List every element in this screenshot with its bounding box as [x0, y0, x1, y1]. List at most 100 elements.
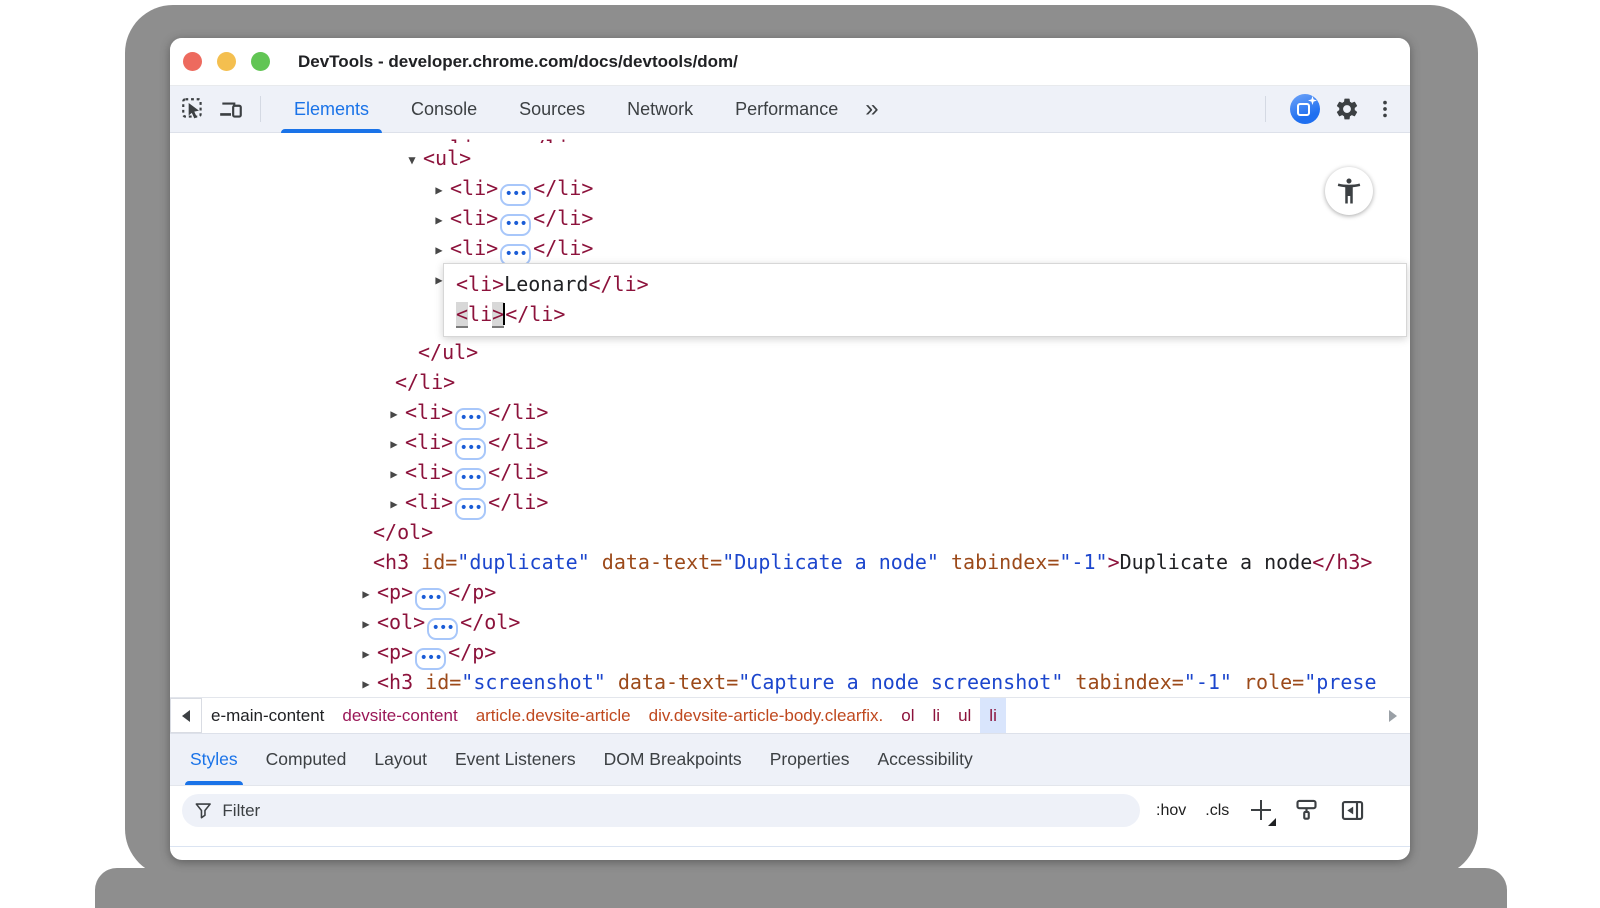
dom-row[interactable]: ▶<li>•••</li> — [170, 457, 1410, 487]
breadcrumb-item[interactable]: ol — [892, 698, 923, 733]
chevron-down-icon[interactable]: ▼ — [401, 145, 423, 175]
breadcrumb-item[interactable]: li — [980, 698, 1006, 733]
tab-console[interactable]: Console — [390, 86, 498, 132]
dom-row[interactable]: ▶<li>•••</li> — [170, 133, 1410, 143]
sidebar-tab-layout[interactable]: Layout — [360, 734, 441, 785]
tab-network[interactable]: Network — [606, 86, 714, 132]
chevron-right-icon[interactable]: ▶ — [383, 399, 405, 429]
laptop-base — [95, 868, 1507, 908]
dom-row[interactable]: </ul> — [170, 337, 1410, 367]
new-style-rule-plus-icon[interactable] — [1248, 798, 1274, 824]
class-toggle-button[interactable]: .cls — [1205, 802, 1229, 820]
sidebar-tab-accessibility[interactable]: Accessibility — [863, 734, 986, 785]
dom-row[interactable]: ▶<li>•••</li> — [170, 397, 1410, 427]
chevron-right-icon[interactable]: ▶ — [355, 639, 377, 669]
code-token-tag: </ul> — [418, 340, 478, 364]
breadcrumb-item[interactable]: e-main-content — [202, 698, 333, 733]
code-token-tag: <ol> — [377, 610, 425, 634]
breadcrumb-item[interactable]: article.devsite-article — [467, 698, 640, 733]
expand-ellipsis-badge[interactable]: ••• — [455, 498, 486, 520]
code-token-tag: <li> — [450, 176, 498, 200]
code-token-tag: li — [468, 302, 492, 326]
chevron-left-icon — [182, 710, 190, 722]
code-token-attr: id= — [425, 670, 461, 694]
filter-bar-controls: :hov .cls — [1156, 797, 1366, 824]
device-toolbar-icon[interactable] — [216, 94, 246, 124]
dom-row[interactable]: ▼<ul> — [170, 143, 1410, 173]
sidebar-tab-styles[interactable]: Styles — [176, 734, 252, 785]
dom-row[interactable]: ▶<p>•••</p> — [170, 577, 1410, 607]
elements-dom-tree: ▶<li>•••</li>▼<ul>▶<li>•••</li>▶<li>•••<… — [170, 133, 1410, 697]
filter-input-wrapper[interactable] — [182, 794, 1140, 827]
chevron-right-icon[interactable]: ▶ — [383, 459, 405, 489]
dom-row-content: </li> — [395, 370, 455, 394]
code-token-tag: <li> — [456, 272, 504, 296]
dom-row[interactable]: ▶<p>•••</p> — [170, 637, 1410, 667]
accessibility-person-icon[interactable] — [1325, 167, 1373, 215]
edit-box-line: <li>Leonard</li> — [456, 269, 1394, 299]
dom-row-content: ▶<p>•••</p> — [355, 580, 496, 604]
edit-box-line: <li></li> — [456, 299, 1394, 329]
tab-sources[interactable]: Sources — [498, 86, 606, 132]
dom-row-content: ▶<li>•••</li> — [383, 400, 548, 424]
chevron-right-icon[interactable]: ▶ — [355, 669, 377, 697]
code-token-tag: </li> — [533, 176, 593, 200]
minimize-window-button[interactable] — [217, 52, 236, 71]
pseudo-state-button[interactable]: :hov — [1156, 802, 1186, 820]
dom-row-content: ▶<li>•••</li> — [383, 460, 548, 484]
ai-assistant-icon[interactable] — [1290, 94, 1320, 124]
sidebar-tab-properties[interactable]: Properties — [756, 734, 864, 785]
dom-row[interactable]: </ol> — [170, 517, 1410, 547]
dom-row[interactable]: <h3 id="duplicate" data-text="Duplicate … — [170, 547, 1410, 577]
breadcrumb-scroll-left-button[interactable] — [170, 698, 202, 733]
close-window-button[interactable] — [183, 52, 202, 71]
dom-row[interactable]: ▶<h3 id="screenshot" data-text="Capture … — [170, 667, 1410, 697]
code-token-tag: </h3> — [1312, 550, 1372, 574]
code-token-tag: > — [1108, 550, 1120, 574]
dom-row[interactable]: ▶<li>•••</li> — [170, 203, 1410, 233]
inspect-icon[interactable] — [178, 94, 208, 124]
chevron-right-icon[interactable]: ▶ — [355, 609, 377, 639]
toggle-sidebar-icon[interactable] — [1339, 797, 1366, 824]
tab-performance[interactable]: Performance — [714, 86, 859, 132]
dom-row-content: ▶<li>•••</li> — [428, 236, 593, 260]
code-token-val: "-1" — [1059, 550, 1107, 574]
tab-elements[interactable]: Elements — [273, 86, 390, 132]
rendering-paintbrush-icon[interactable] — [1293, 797, 1320, 824]
chevron-right-icon[interactable]: ▶ — [416, 135, 438, 143]
chevron-right-icon[interactable]: ▶ — [428, 175, 450, 205]
filter-funnel-icon — [194, 801, 212, 820]
code-token-tag: </li> — [588, 272, 648, 296]
kebab-menu-icon[interactable] — [1370, 94, 1400, 124]
dom-row[interactable]: ▶<li>•••</li> — [170, 233, 1410, 263]
breadcrumb-item[interactable]: ul — [949, 698, 980, 733]
settings-gear-icon[interactable] — [1332, 94, 1362, 124]
breadcrumb-item[interactable]: devsite-content — [333, 698, 466, 733]
dom-edit-textbox[interactable]: <li>Leonard</li><li></li> — [443, 263, 1407, 337]
dom-row[interactable]: ▶<li>•••</li> — [170, 173, 1410, 203]
more-tabs-button[interactable]: » — [859, 97, 884, 121]
breadcrumb-item[interactable]: li — [924, 698, 950, 733]
breadcrumb-scroll-right-button[interactable] — [1376, 698, 1410, 733]
dom-row[interactable]: ▶<ol>•••</ol> — [170, 607, 1410, 637]
zoom-window-button[interactable] — [251, 52, 270, 71]
dom-row-content: ▶<ol>•••</ol> — [355, 610, 520, 634]
chevron-right-icon[interactable]: ▶ — [428, 235, 450, 265]
dom-row[interactable]: </li> — [170, 367, 1410, 397]
code-token-tag: <li> — [438, 136, 486, 143]
chevron-right-icon — [1389, 710, 1397, 722]
chevron-right-icon[interactable]: ▶ — [355, 579, 377, 609]
dom-row[interactable]: ▶<li>•••</li> — [170, 427, 1410, 457]
dom-row-content: ▶<li>•••</li> — [416, 136, 581, 143]
chevron-right-icon[interactable]: ▶ — [383, 429, 405, 459]
chevron-right-icon[interactable]: ▶ — [428, 205, 450, 235]
sidebar-tab-computed[interactable]: Computed — [252, 734, 361, 785]
breadcrumb-item[interactable]: div.devsite-article-body.clearfix. — [640, 698, 893, 733]
code-token-val: "screenshot" — [461, 670, 606, 694]
dom-row[interactable]: ▶<li>•••</li> — [170, 487, 1410, 517]
filter-input[interactable] — [222, 801, 1128, 821]
sidebar-tab-event-listeners[interactable]: Event Listeners — [441, 734, 590, 785]
sidebar-tab-dom-breakpoints[interactable]: DOM Breakpoints — [590, 734, 756, 785]
chevron-right-icon[interactable]: ▶ — [383, 489, 405, 519]
panel-tab-strip: ElementsConsoleSourcesNetworkPerformance — [273, 86, 859, 132]
